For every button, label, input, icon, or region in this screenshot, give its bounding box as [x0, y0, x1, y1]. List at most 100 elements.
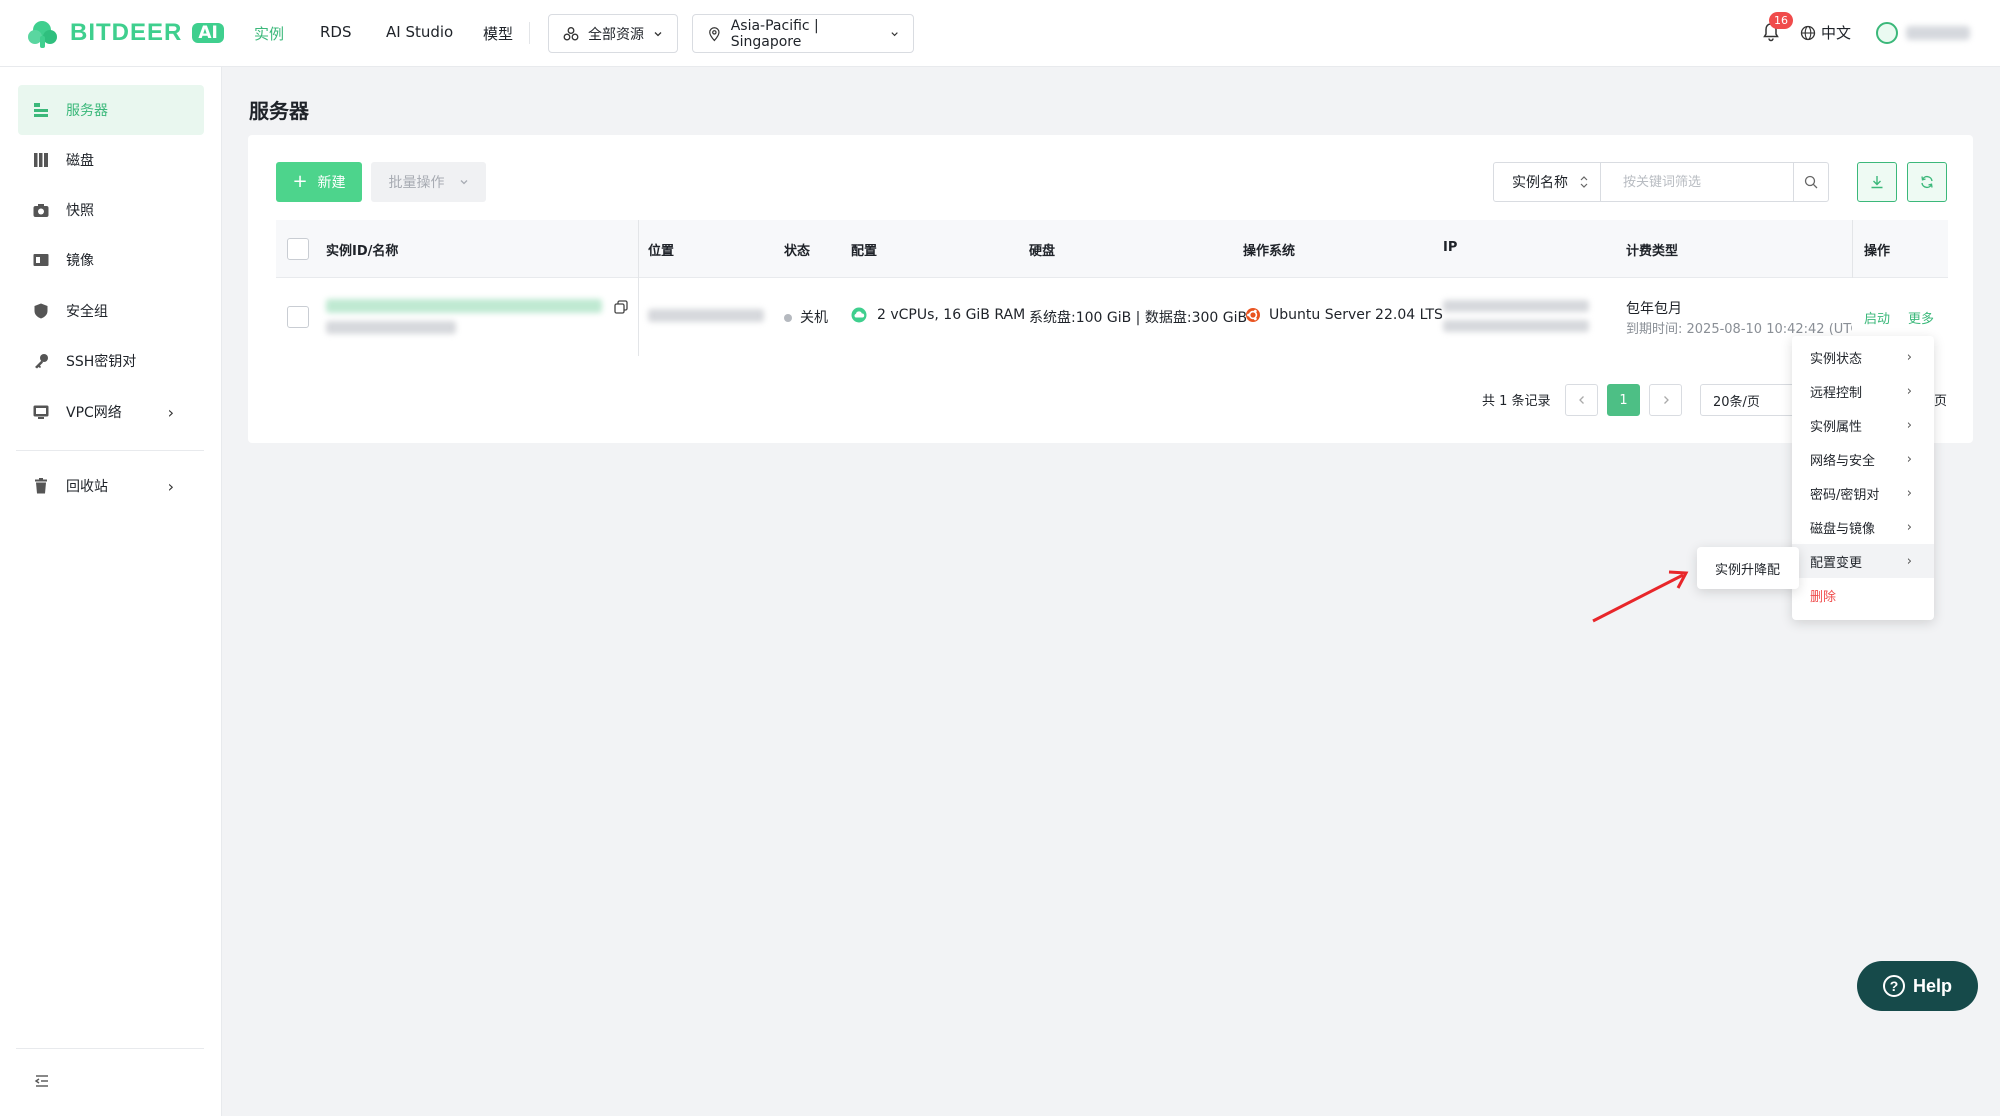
- status-dot: [784, 314, 792, 322]
- sidebar-item-vpc[interactable]: VPC网络 ›: [18, 387, 204, 437]
- sidebar-item-label: 磁盘: [66, 153, 94, 169]
- top-bar: BITDEER AI 实例 RDS AI Studio 模型 全部资源 Asia…: [0, 0, 2000, 67]
- sidebar-item-images[interactable]: 镜像: [18, 235, 204, 285]
- menu-item-label: 删除: [1810, 589, 1837, 605]
- menu-item-instance-status[interactable]: 实例状态 ›: [1792, 340, 1934, 374]
- new-instance-label: 新建: [317, 175, 346, 191]
- column-header-config: 配置: [851, 244, 878, 259]
- download-button[interactable]: [1857, 162, 1897, 202]
- resource-dropdown[interactable]: 全部资源: [548, 14, 678, 53]
- chevron-right-icon: ›: [1906, 417, 1912, 433]
- start-button[interactable]: 启动: [1864, 308, 1890, 327]
- menu-item-label: 远程控制: [1810, 385, 1863, 401]
- brand-logo[interactable]: BITDEER AI: [26, 18, 224, 48]
- select-all-checkbox[interactable]: [287, 238, 309, 260]
- search-button[interactable]: [1792, 163, 1828, 201]
- column-header-disk: 硬盘: [1029, 244, 1056, 259]
- sidebar-item-recycle-bin[interactable]: 回收站 ›: [18, 461, 204, 511]
- menu-item-disk-image[interactable]: 磁盘与镜像 ›: [1792, 510, 1934, 544]
- billing-type: 包年包月: [1626, 301, 1682, 317]
- nav-ai-studio[interactable]: AI Studio: [386, 23, 453, 41]
- expire-time: 到期时间: 2025-08-10 10:42:42 (UTC: [1626, 322, 1852, 337]
- menu-item-network-security[interactable]: 网络与安全 ›: [1792, 442, 1934, 476]
- avatar: [1876, 22, 1898, 44]
- region-dropdown-label: Asia-Pacific | Singapore: [730, 17, 819, 50]
- search-icon: [1804, 175, 1818, 189]
- sidebar-item-security-groups[interactable]: 安全组: [18, 286, 204, 336]
- refresh-icon: [1921, 175, 1933, 189]
- chevron-right-icon: ›: [1906, 349, 1912, 365]
- ubuntu-icon: [1246, 308, 1260, 322]
- user-menu[interactable]: [1876, 22, 1970, 44]
- annotation-arrow-icon: [1592, 570, 1689, 623]
- resource-dropdown-label: 全部资源: [588, 26, 644, 43]
- config-text: 2 vCPUs, 16 GiB RAM: [877, 307, 1026, 323]
- cloud-icon: [851, 307, 867, 323]
- refresh-button[interactable]: [1907, 162, 1947, 202]
- menu-item-label: 实例状态: [1810, 351, 1863, 367]
- prev-page-button[interactable]: [1565, 384, 1598, 416]
- submenu-item-resize-instance[interactable]: 实例升降配: [1697, 547, 1799, 589]
- chevron-right-icon: ›: [1906, 553, 1912, 569]
- column-header-ip: IP: [1443, 240, 1458, 255]
- nav-models[interactable]: 模型: [483, 23, 513, 44]
- column-separator: [1852, 220, 1853, 278]
- table-header: [276, 220, 1948, 278]
- menu-item-instance-properties[interactable]: 实例属性 ›: [1792, 408, 1934, 442]
- sidebar-item-disks[interactable]: 磁盘: [18, 135, 204, 185]
- page-size-label: 20条/页: [1713, 394, 1760, 410]
- question-icon: ?: [1882, 975, 1905, 997]
- menu-item-password-keypair[interactable]: 密码/密钥对 ›: [1792, 476, 1934, 510]
- private-ip-redacted: [1443, 320, 1589, 332]
- language-switch[interactable]: 中文: [1800, 22, 1851, 43]
- config-cell: 2 vCPUs, 16 GiB RAM: [851, 307, 1025, 323]
- page-size-select[interactable]: 20条/页: [1700, 384, 1800, 416]
- server-icon: [34, 103, 48, 117]
- search-field-label: 实例名称: [1512, 175, 1568, 191]
- search-input[interactable]: [1600, 163, 1793, 201]
- new-instance-button[interactable]: + 新建: [276, 162, 362, 202]
- sidebar-item-servers[interactable]: 服务器: [18, 85, 204, 135]
- image-icon: [33, 254, 49, 266]
- collapse-sidebar-icon[interactable]: [34, 1074, 50, 1088]
- status-text: 关机: [800, 310, 828, 326]
- help-button[interactable]: ? Help: [1857, 961, 1978, 1011]
- menu-item-remote-control[interactable]: 远程控制 ›: [1792, 374, 1934, 408]
- nav-instances[interactable]: 实例: [254, 23, 284, 44]
- batch-actions-button[interactable]: 批量操作: [371, 162, 486, 202]
- menu-item-config-change[interactable]: 配置变更 ›: [1792, 544, 1934, 578]
- copy-icon[interactable]: [614, 300, 628, 314]
- disk-icon: [34, 153, 48, 167]
- column-header-instance: 实例ID/名称: [326, 244, 399, 259]
- menu-item-label: 网络与安全: [1810, 453, 1876, 469]
- location-redacted: [648, 309, 764, 322]
- trash-icon: [35, 478, 47, 494]
- chevron-left-icon: [1578, 396, 1584, 404]
- chevron-right-icon: ›: [1906, 383, 1912, 399]
- page-suffix: 页: [1934, 394, 1948, 409]
- menu-item-label: 实例属性: [1810, 419, 1863, 435]
- more-button[interactable]: 更多: [1908, 308, 1934, 327]
- sidebar-item-label: 安全组: [66, 304, 108, 320]
- globe-icon: [1800, 25, 1816, 40]
- notification-badge: 16: [1769, 12, 1793, 29]
- instance-id-redacted[interactable]: [326, 299, 602, 313]
- page-1-button[interactable]: 1: [1607, 384, 1640, 416]
- sidebar-item-snapshots[interactable]: 快照: [18, 185, 204, 235]
- sidebar-item-ssh-keys[interactable]: SSH密钥对: [18, 336, 204, 386]
- network-icon: [33, 405, 49, 419]
- row-checkbox[interactable]: [287, 306, 309, 328]
- menu-item-delete[interactable]: 删除: [1792, 578, 1934, 612]
- help-label: Help: [1912, 975, 1952, 996]
- sidebar-item-label: 快照: [66, 203, 94, 219]
- region-dropdown[interactable]: Asia-Pacific | Singapore: [692, 14, 914, 53]
- search-group: 实例名称: [1493, 162, 1829, 202]
- nav-rds[interactable]: RDS: [320, 23, 352, 41]
- menu-item-label: 磁盘与镜像: [1810, 521, 1876, 537]
- chevron-right-icon: ›: [167, 476, 174, 496]
- os-text: Ubuntu Server 22.04 LTS: [1269, 307, 1443, 323]
- sidebar-item-label: VPC网络: [66, 405, 122, 421]
- search-field-select[interactable]: 实例名称: [1494, 163, 1601, 201]
- next-page-button[interactable]: [1649, 384, 1682, 416]
- sidebar-divider: [16, 1048, 204, 1049]
